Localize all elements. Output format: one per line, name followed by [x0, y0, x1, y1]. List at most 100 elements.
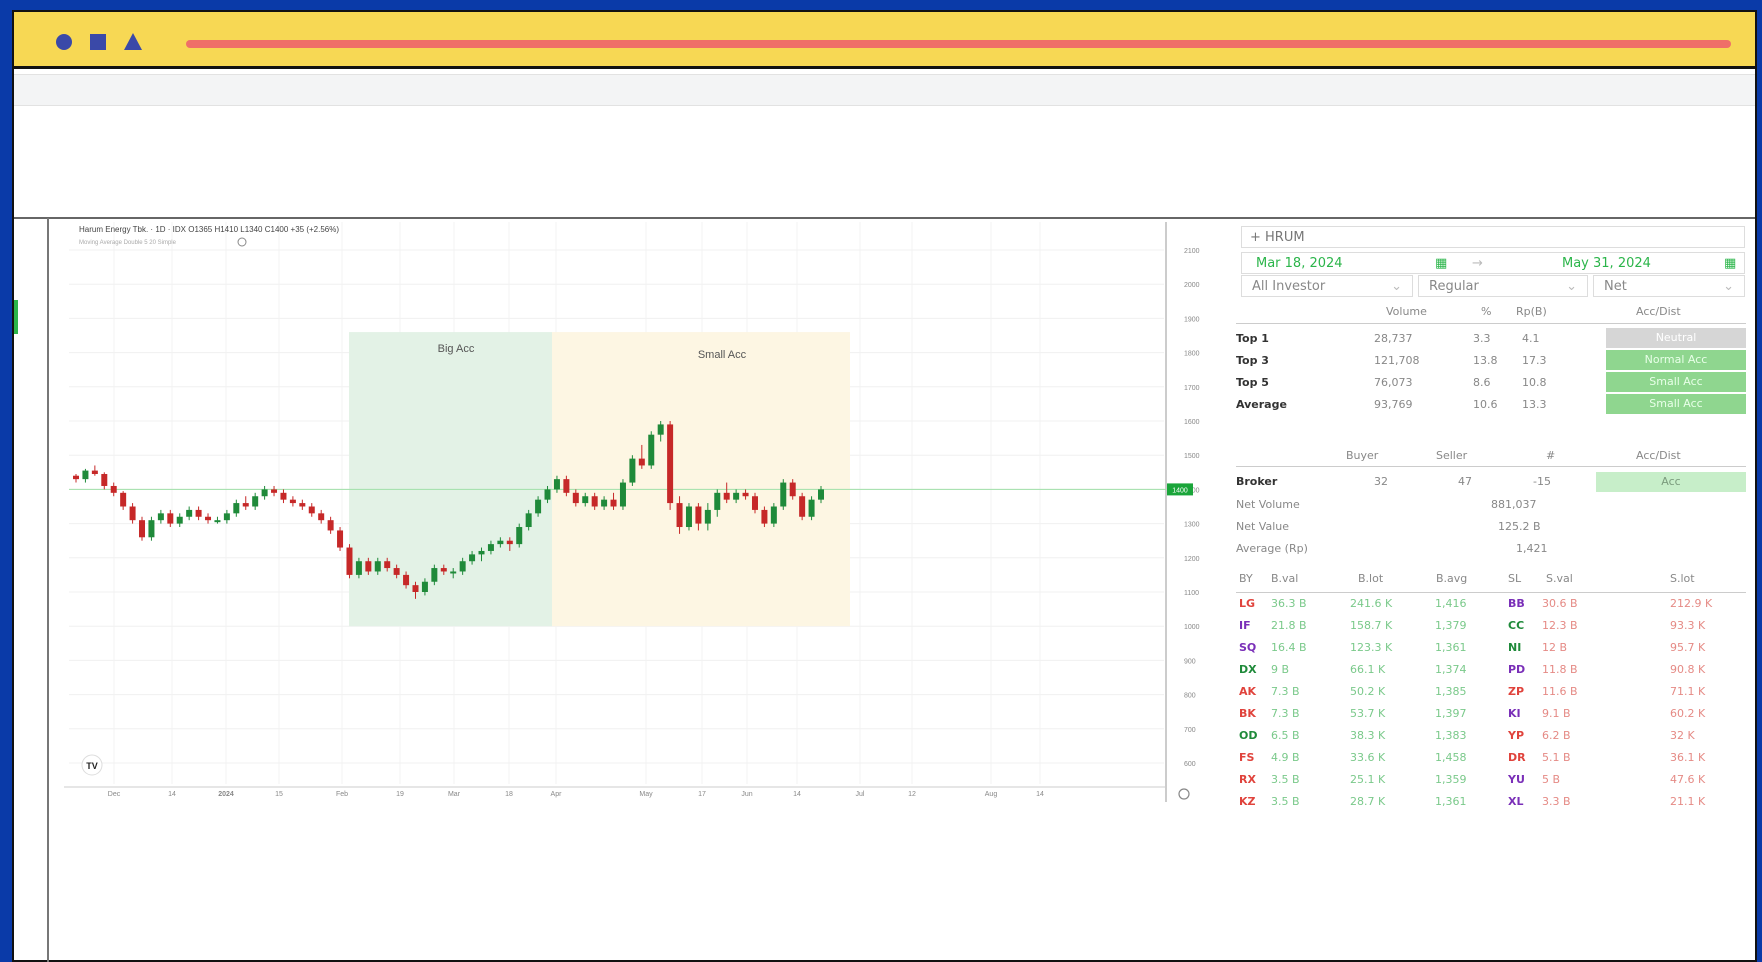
candle-body: [733, 492, 740, 500]
candle-body: [403, 574, 410, 586]
cell-sl: CC: [1508, 619, 1525, 632]
cell-sl: BB: [1508, 597, 1525, 610]
summary-status-badge: Small Acc: [1606, 372, 1746, 392]
chevron-down-icon: ⌄: [1723, 279, 1734, 294]
candle-body: [431, 568, 438, 582]
divider: [1236, 592, 1746, 593]
table-row[interactable]: LG 36.3 B 241.6 K 1,416 BB 30.6 B 212.9 K: [1236, 597, 1746, 618]
small-acc-label: Small Acc: [698, 349, 747, 361]
cell-sval: 30.6 B: [1542, 597, 1578, 610]
candle-body: [582, 496, 589, 504]
cell-bavg: 1,383: [1435, 729, 1467, 742]
candle-body: [91, 470, 98, 475]
candle-body: [186, 509, 193, 517]
table-row[interactable]: KZ 3.5 B 28.7 K 1,361 XL 3.3 B 21.1 K: [1236, 795, 1746, 816]
x-tick-label: 14: [168, 791, 176, 798]
cell-sval: 11.6 B: [1542, 685, 1578, 698]
summary-pct: 8.6: [1473, 376, 1491, 389]
candle-body: [374, 561, 381, 572]
gear-icon: [1178, 788, 1190, 800]
candle-body: [648, 434, 655, 466]
candle-body: [525, 513, 532, 528]
date-range[interactable]: Mar 18, 2024 ▦ → May 31, 2024 ▦: [1241, 252, 1745, 274]
summary-label: Top 1: [1236, 332, 1269, 345]
candle-body: [148, 520, 155, 538]
col-broker-accdist: Acc/Dist: [1636, 449, 1681, 462]
table-row[interactable]: SQ 16.4 B 123.3 K 1,361 NI 12 B 95.7 K: [1236, 641, 1746, 662]
y-tick-label: 1600: [1184, 419, 1200, 426]
cell-blot: 66.1 K: [1350, 663, 1386, 676]
cell-by: OD: [1239, 729, 1258, 742]
candle-body: [110, 485, 117, 493]
table-row[interactable]: BK 7.3 B 53.7 K 1,397 KI 9.1 B 60.2 K: [1236, 707, 1746, 728]
cell-sval: 6.2 B: [1542, 729, 1571, 742]
cell-bavg: 1,385: [1435, 685, 1467, 698]
candle-body: [82, 470, 89, 480]
candle-body: [770, 506, 777, 524]
chart-svg[interactable]: 2100 2000 1900 1800 1700 1600 1500 1400 1300 1200…: [64, 222, 1204, 802]
x-tick-label: Jun: [741, 791, 752, 798]
table-row[interactable]: FS 4.9 B 33.6 K 1,458 DR 5.1 B 36.1 K: [1236, 751, 1746, 772]
broker-seller: 47: [1458, 475, 1472, 488]
cell-by: IF: [1239, 619, 1251, 632]
date-to[interactable]: May 31, 2024: [1562, 253, 1651, 275]
summary-rp: 10.8: [1522, 376, 1547, 389]
candle-body: [289, 499, 296, 504]
table-row[interactable]: IF 21.8 B 158.7 K 1,379 CC 12.3 B 93.3 K: [1236, 619, 1746, 640]
cell-bval: 4.9 B: [1271, 751, 1300, 764]
cell-sval: 5.1 B: [1542, 751, 1571, 764]
table-row[interactable]: RX 3.5 B 25.1 K 1,359 YU 5 B 47.6 K: [1236, 773, 1746, 794]
last-price-label: 1400: [1172, 487, 1188, 494]
cell-slot: 60.2 K: [1670, 707, 1706, 720]
investor-select[interactable]: All Investor ⌄: [1241, 275, 1413, 297]
triangle-icon: [124, 33, 142, 50]
candle-body: [553, 479, 560, 490]
cell-bavg: 1,379: [1435, 619, 1467, 632]
big-acc-zone: [349, 332, 552, 627]
mode-select[interactable]: Net ⌄: [1593, 275, 1745, 297]
candle-body: [327, 520, 334, 531]
cell-blot: 158.7 K: [1350, 619, 1393, 632]
x-tick-label: May: [639, 791, 653, 798]
candle-body: [629, 458, 636, 483]
x-tick-label: Mar: [448, 791, 461, 798]
cell-sval: 9.1 B: [1542, 707, 1571, 720]
candle-body: [355, 561, 362, 575]
candle-body: [780, 482, 787, 507]
broker-count: -15: [1533, 475, 1551, 488]
table-row[interactable]: OD 6.5 B 38.3 K 1,383 YP 6.2 B 32 K: [1236, 729, 1746, 750]
market-select[interactable]: Regular ⌄: [1418, 275, 1588, 297]
candle-body: [308, 506, 315, 514]
cell-slot: 90.8 K: [1670, 663, 1706, 676]
summary-status-badge: Neutral: [1606, 328, 1746, 348]
table-row[interactable]: AK 7.3 B 50.2 K 1,385 ZP 11.6 B 71.1 K: [1236, 685, 1746, 706]
x-tick-label: Dec: [108, 791, 121, 798]
candle-body: [205, 516, 212, 521]
candle-body: [252, 496, 259, 507]
candle-body: [563, 479, 570, 493]
cell-slot: 212.9 K: [1670, 597, 1713, 610]
calendar-icon[interactable]: ▦: [1724, 253, 1736, 275]
table-row[interactable]: DX 9 B 66.1 K 1,374 PD 11.8 B 90.8 K: [1236, 663, 1746, 684]
price-chart[interactable]: 2100 2000 1900 1800 1700 1600 1500 1400 1300 1200…: [64, 222, 1204, 807]
cell-slot: 21.1 K: [1670, 795, 1706, 808]
calendar-icon[interactable]: ▦: [1435, 253, 1447, 275]
candle-body: [667, 424, 674, 504]
cell-bavg: 1,361: [1435, 641, 1467, 654]
cell-bavg: 1,416: [1435, 597, 1467, 610]
candle-body: [478, 550, 485, 555]
cell-bval: 6.5 B: [1271, 729, 1300, 742]
col-buyer: Buyer: [1346, 449, 1379, 462]
candle-body: [176, 516, 183, 524]
symbol-input[interactable]: + HRUM: [1241, 226, 1745, 248]
y-tick-label: 1300: [1184, 522, 1200, 529]
candle-body: [393, 568, 400, 575]
candle-body: [365, 561, 372, 572]
cell-by: DX: [1239, 663, 1257, 676]
cell-bval: 3.5 B: [1271, 773, 1300, 786]
square-icon: [90, 34, 106, 50]
date-from[interactable]: Mar 18, 2024: [1256, 253, 1343, 275]
candle-body: [233, 503, 240, 514]
x-tick-label: Jul: [856, 791, 865, 798]
broker-label: Broker: [1236, 475, 1278, 488]
